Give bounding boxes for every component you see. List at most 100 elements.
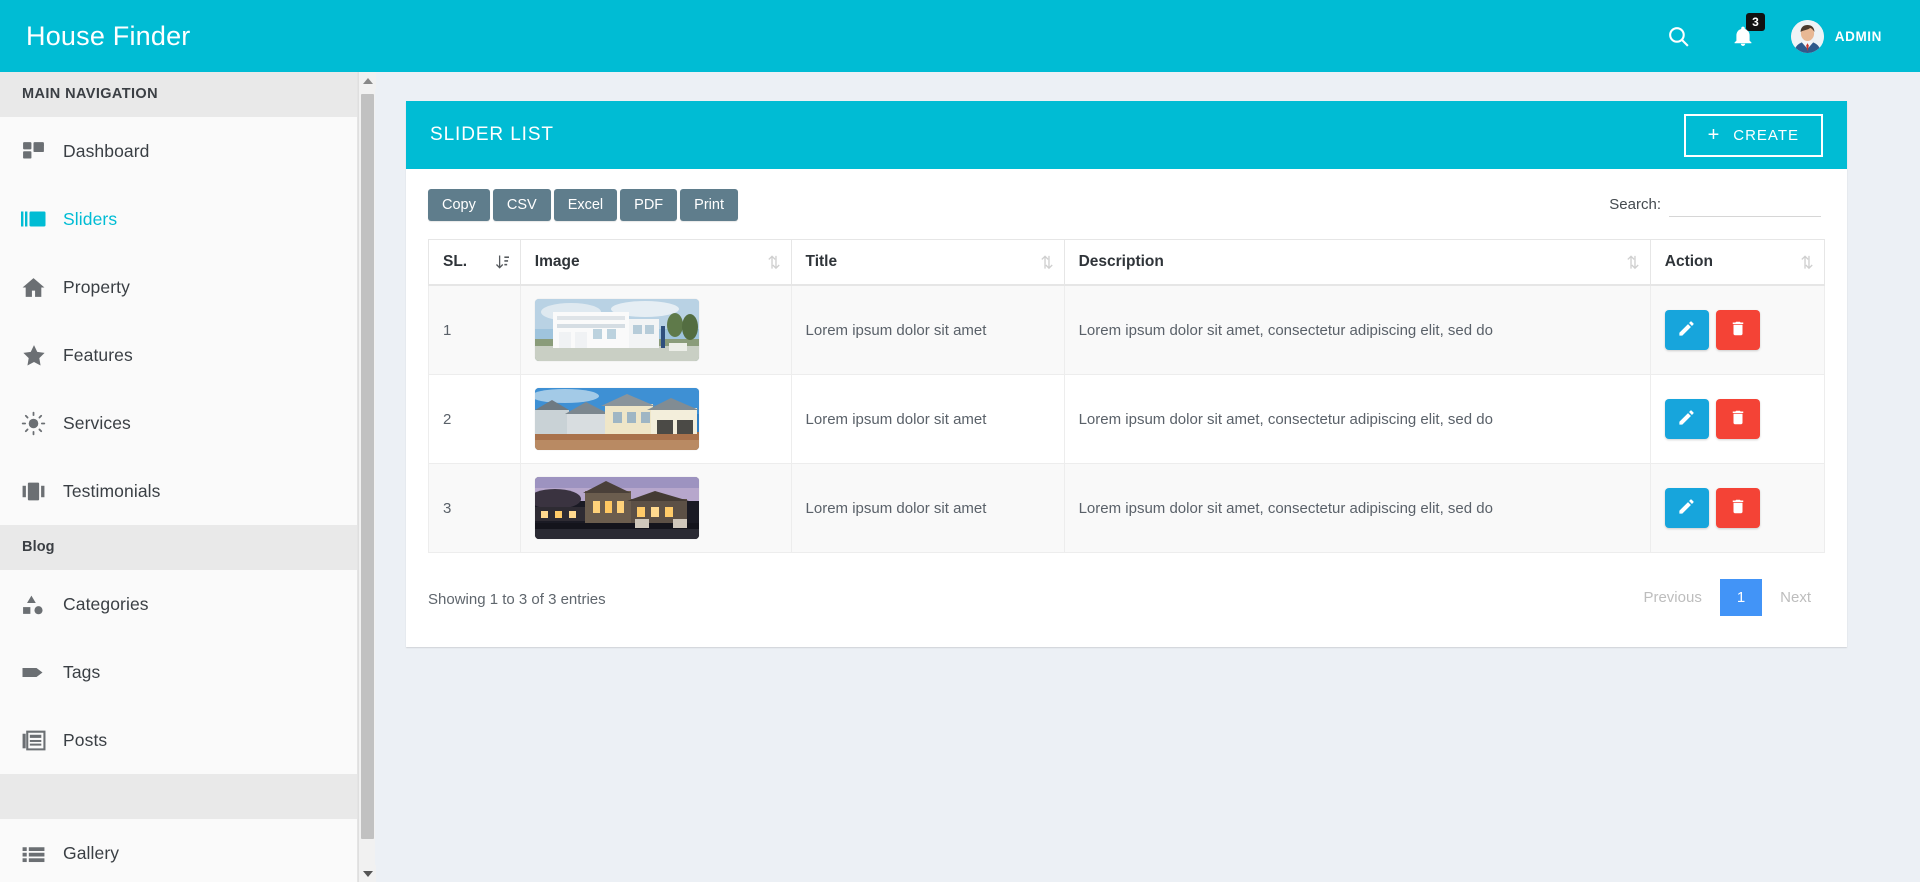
sidebar-item-services[interactable]: Services [0,389,357,457]
print-button[interactable]: Print [680,189,738,221]
sidebar-item-label: Tags [63,661,101,682]
entries-info: Showing 1 to 3 of 3 entries [428,590,606,608]
action-buttons [1664,399,1810,439]
edit-button[interactable] [1664,310,1709,350]
sidebar-item-label: Sliders [63,208,118,229]
sidebar-item-categories[interactable]: Categories [0,570,357,638]
create-button-label: CREATE [1733,126,1799,144]
pagination-next[interactable]: Next [1766,581,1825,614]
sort-icon [1040,254,1053,271]
delete-button[interactable] [1715,488,1760,528]
column-header-action[interactable]: Action [1649,239,1826,286]
sidebar-item-label: Property [63,276,130,297]
page-title: SLIDER LIST [430,124,554,145]
cell-description: Lorem ipsum dolor sit amet, consectetur … [1063,284,1651,375]
sidebar-item-label: Testimonials [63,480,161,501]
cell-sl: 2 [428,374,521,464]
main-header: House Finder 3 ADMIN [0,0,1920,72]
search-button[interactable] [1646,0,1711,72]
edit-button[interactable] [1664,488,1709,528]
sidebar-item-features[interactable]: Features [0,321,357,389]
sidebar-item-label: Gallery [63,842,120,863]
table-head: SL. Image Title Description Action [428,239,1826,286]
pdf-button[interactable]: PDF [620,189,678,221]
pagination-previous[interactable]: Previous [1629,581,1715,614]
sidebar-scrollbar[interactable] [358,72,376,882]
cell-action [1649,463,1826,553]
create-button[interactable]: + CREATE [1683,113,1823,157]
sidebar: MAIN NAVIGATION Dashboard Sliders Proper… [0,72,358,882]
image-slider-icon [21,207,63,232]
sidebar-item-label: Posts [63,729,108,750]
scroll-down-button[interactable] [359,865,376,882]
pagination-page-1[interactable]: 1 [1719,578,1763,616]
slider-table: SL. Image Title Description Action 1 Lor… [428,239,1826,553]
sidebar-item-sliders[interactable]: Sliders [0,185,357,253]
sidebar-header-blank [0,774,357,819]
sidebar-item-gallery[interactable]: Gallery [0,819,357,882]
cell-image [519,463,792,553]
user-menu[interactable]: ADMIN [1775,0,1890,72]
action-buttons [1664,310,1810,350]
sidebar-item-label: Categories [63,593,149,614]
table-row: 1 Lorem ipsum dolor sit amet Lorem ipsum… [428,284,1826,375]
sort-icon [767,254,780,271]
notification-badge: 3 [1746,13,1765,31]
sidebar-item-posts[interactable]: Posts [0,706,357,774]
edit-icon [1677,319,1696,341]
column-label: Image [534,253,580,270]
search-input[interactable] [1669,191,1821,217]
column-label: Action [1664,253,1713,270]
chevron-up-icon [362,77,373,84]
scrollbar-thumb[interactable] [361,94,374,839]
newspaper-icon [21,728,63,753]
slider-thumbnail[interactable] [534,477,699,539]
delete-button[interactable] [1715,310,1760,350]
edit-icon [1677,408,1696,430]
delete-button[interactable] [1715,399,1760,439]
column-header-title[interactable]: Title [790,239,1065,286]
header-actions: 3 ADMIN [1646,0,1920,72]
excel-button[interactable]: Excel [553,189,618,221]
table-row: 3 Lorem ipsum dolor sit amet Lorem ipsum… [428,463,1826,553]
dashboard-icon [21,139,63,164]
slider-thumbnail[interactable] [534,299,699,361]
notifications-button[interactable]: 3 [1711,0,1775,72]
sidebar-nav: MAIN NAVIGATION Dashboard Sliders Proper… [0,72,357,882]
search-area: Search: [1609,185,1825,217]
sidebar-item-property[interactable]: Property [0,253,357,321]
scroll-up-button[interactable] [359,72,376,89]
sidebar-item-dashboard[interactable]: Dashboard [0,117,357,185]
star-icon [21,343,63,368]
copy-button[interactable]: Copy [428,189,490,221]
columns-icon [21,479,63,504]
search-icon [1666,24,1691,49]
csv-button[interactable]: CSV [492,189,551,221]
shapes-icon [21,592,63,617]
avatar [1790,19,1824,53]
sidebar-item-testimonials[interactable]: Testimonials [0,457,357,525]
column-header-image[interactable]: Image [519,239,792,286]
cell-title: Lorem ipsum dolor sit amet [790,374,1065,464]
sort-icon [1627,254,1639,271]
sun-icon [21,411,63,436]
list-icon [21,841,63,866]
box-header: SLIDER LIST + CREATE [406,101,1847,169]
sidebar-item-tags[interactable]: Tags [0,638,357,706]
slider-thumbnail[interactable] [534,388,699,450]
cell-description: Lorem ipsum dolor sit amet, consectetur … [1063,374,1651,464]
cell-title: Lorem ipsum dolor sit amet [790,463,1065,553]
box-body: Copy CSV Excel PDF Print Search: SL. Ima… [406,169,1847,647]
column-header-sl[interactable]: SL. [428,239,521,286]
trash-icon [1729,319,1747,341]
column-header-description[interactable]: Description [1063,239,1651,286]
pagination: Previous 1 Next [1629,578,1825,616]
sort-icon [1801,254,1813,271]
brand-logo[interactable]: House Finder [0,0,358,72]
cell-action [1649,284,1826,375]
sidebar-header-blog: Blog [0,525,357,570]
action-buttons [1664,488,1810,528]
trash-icon [1729,497,1747,519]
edit-button[interactable] [1664,399,1709,439]
cell-action [1649,374,1826,464]
